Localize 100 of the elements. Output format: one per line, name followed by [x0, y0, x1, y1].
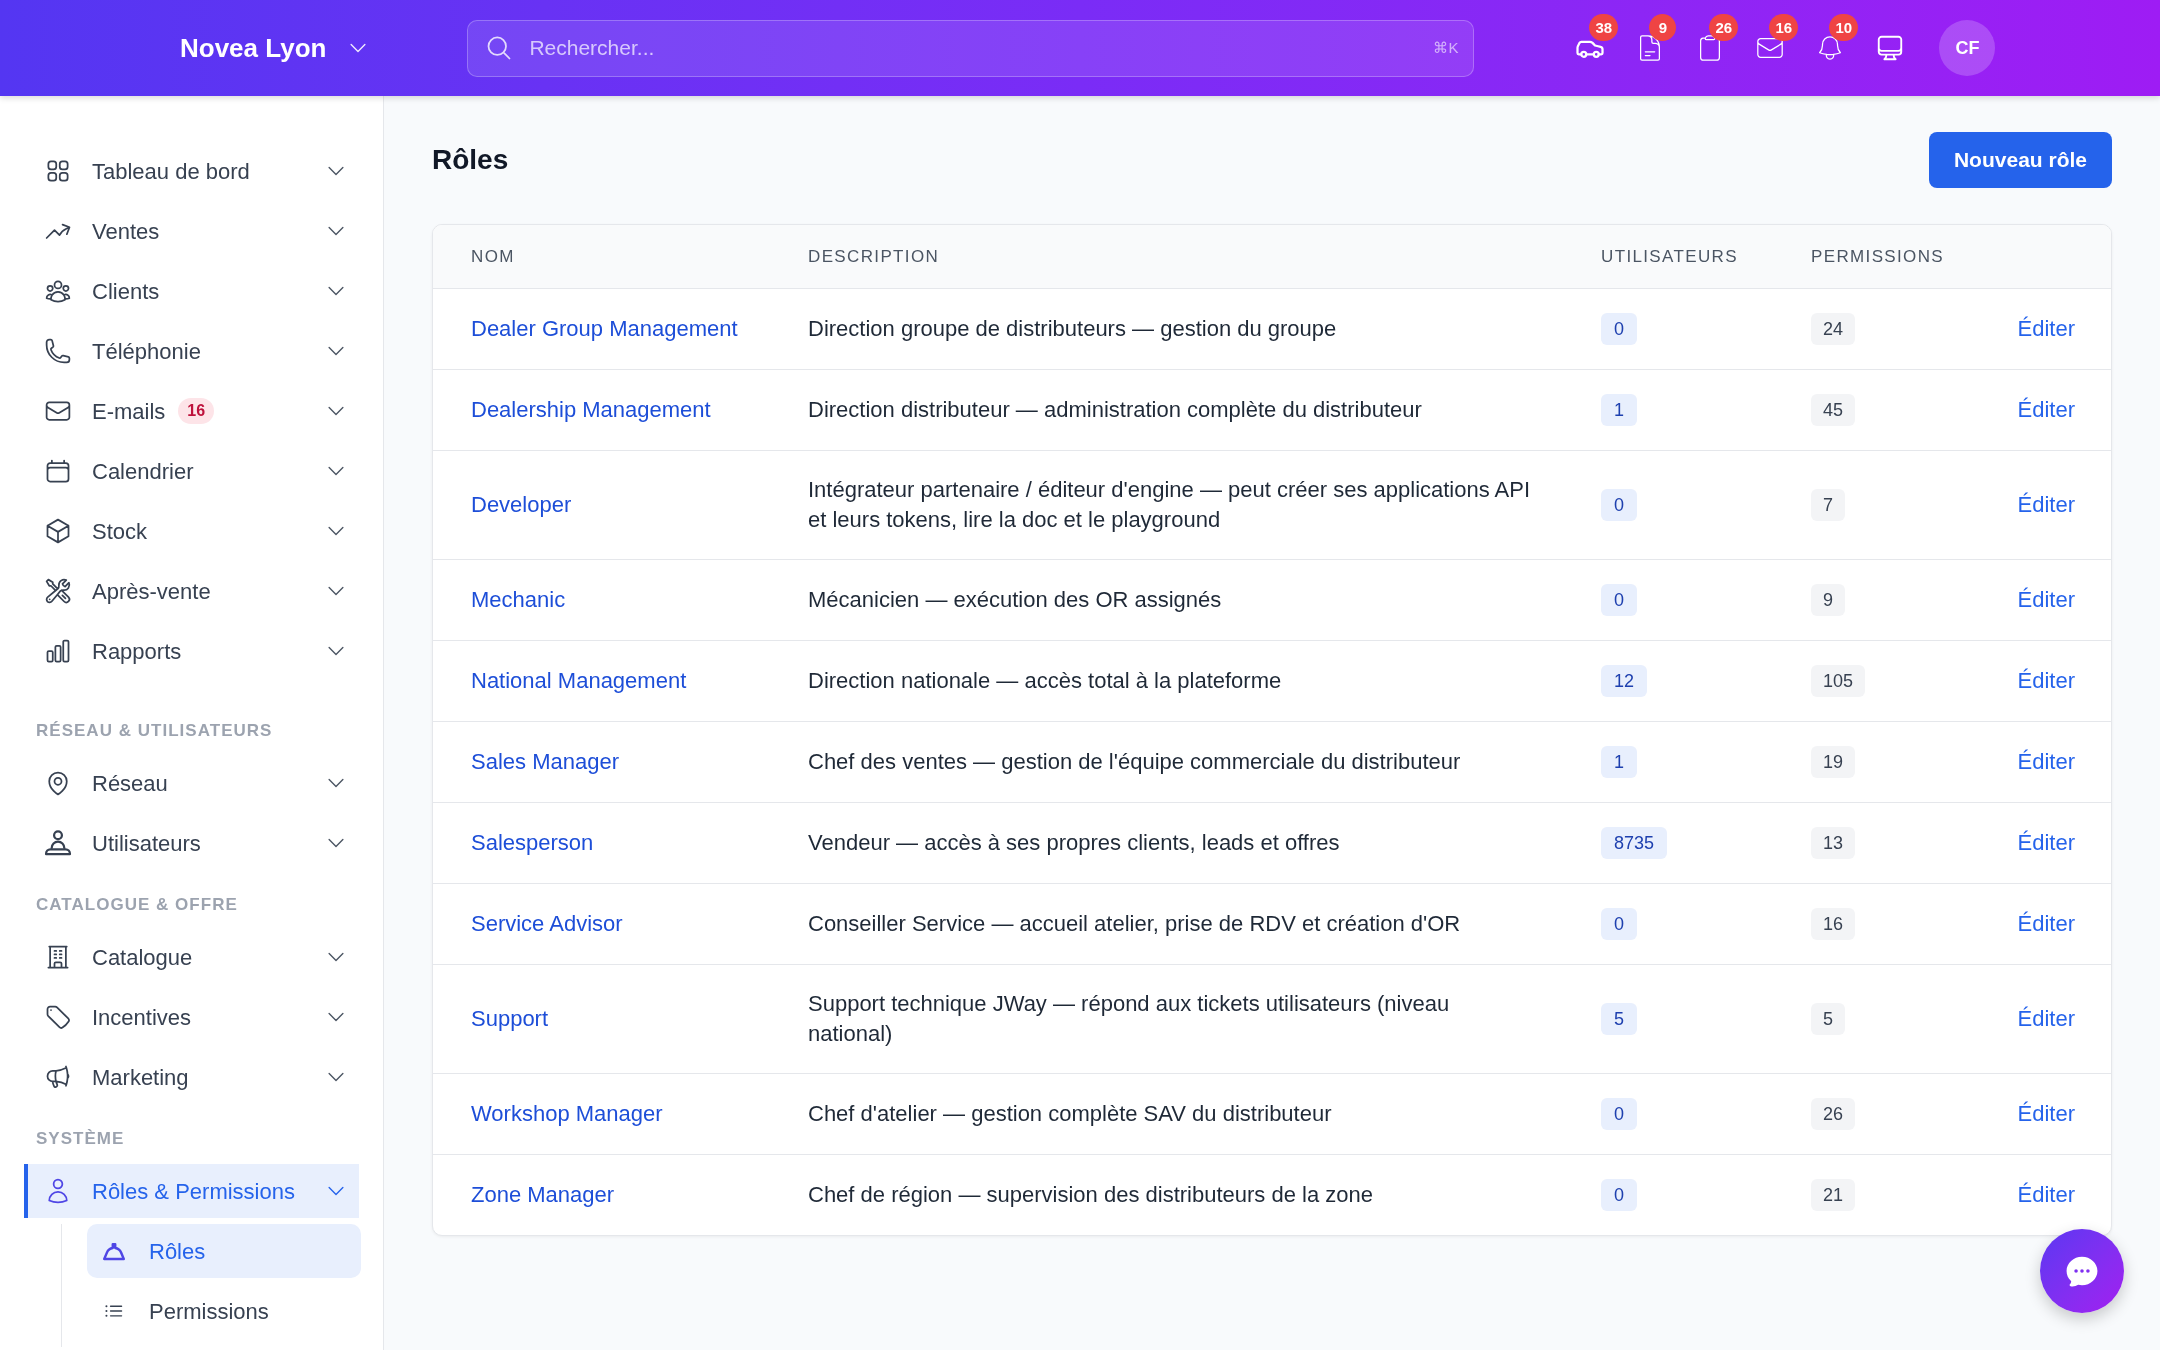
nav-item[interactable]: Ventes: [24, 204, 359, 258]
edit-link[interactable]: Éditer: [2017, 1180, 2075, 1210]
role-description: Chef de région — supervision des distributeurs de la zone: [808, 1181, 1374, 1209]
role-description: Vendeur — accès à ses propres clients, leads et offres: [808, 829, 1341, 857]
shortcut-hint: ⌘K: [1433, 37, 1459, 58]
nav-item[interactable]: Stock: [24, 504, 359, 558]
users-count-badge: 12: [1601, 665, 1648, 697]
phone-icon: [44, 337, 72, 365]
users-count-badge: 0: [1601, 313, 1637, 345]
permissions-count-badge: 13: [1811, 827, 1856, 859]
page-title: Rôles: [432, 143, 509, 177]
permissions-count-badge: 21: [1811, 1179, 1856, 1211]
edit-link[interactable]: Éditer: [2017, 747, 2075, 777]
nav-item[interactable]: Rapports: [24, 624, 359, 678]
tools-icon: [44, 577, 72, 605]
users-count-badge: 0: [1601, 1098, 1637, 1130]
permissions-count-badge: 9: [1811, 584, 1845, 616]
permissions-count-badge: 24: [1811, 313, 1856, 345]
users-count-badge: 0: [1601, 489, 1637, 521]
role-description: Support technique JWay — répond aux tickets utilisateurs (niveau national): [808, 990, 1451, 1048]
toolbar-button[interactable]: 16: [1755, 14, 1804, 63]
toolbar-button[interactable]: 10: [1815, 14, 1864, 63]
role-description: Mécanicien — exécution des OR assignés: [808, 586, 1223, 614]
column-header: PERMISSIONS: [1811, 245, 1946, 268]
submenu-item[interactable]: Permissions: [87, 1284, 361, 1338]
users-count-badge: 1: [1601, 394, 1637, 426]
person-icon: [44, 829, 72, 857]
edit-link[interactable]: Éditer: [2017, 395, 2075, 425]
section-heading: RÉSEAU & UTILISATEURS: [35, 720, 274, 742]
role-description: Direction groupe de distributeurs — gestion du groupe: [808, 315, 1338, 343]
role-name-link[interactable]: National Management: [471, 666, 687, 696]
calendar-icon: [44, 457, 72, 485]
role-name-link[interactable]: Support: [471, 1004, 549, 1034]
count-badge: 9: [1649, 14, 1677, 41]
role-name-link[interactable]: Sales Manager: [471, 747, 619, 777]
megaphone-icon: [44, 1063, 72, 1091]
count-badge: 26: [1709, 14, 1739, 41]
role-description: Chef des ventes — gestion de l'équipe commerciale du distributeur: [808, 748, 1462, 776]
users-count-badge: 0: [1601, 908, 1637, 940]
edit-link[interactable]: Éditer: [2017, 909, 2075, 939]
nav-item[interactable]: Marketing: [24, 1050, 359, 1104]
user-avatar[interactable]: CF: [1939, 20, 1996, 76]
edit-link[interactable]: Éditer: [2017, 490, 2075, 520]
cloche-icon: [103, 1240, 125, 1262]
section-heading: CATALOGUE & OFFRE: [35, 894, 239, 916]
role-description: Direction nationale — accès total à la plateforme: [808, 667, 1283, 695]
permissions-count-badge: 16: [1811, 908, 1856, 940]
nav-item[interactable]: Utilisateurs: [24, 816, 359, 870]
nav-item[interactable]: Réseau: [24, 756, 359, 810]
submenu-item[interactable]: Rôles: [87, 1224, 361, 1278]
role-name-link[interactable]: Workshop Manager: [471, 1099, 663, 1129]
role-name-link[interactable]: Developer: [471, 490, 572, 520]
nav-item[interactable]: Après-vente: [24, 564, 359, 618]
nav-item[interactable]: Incentives: [24, 990, 359, 1044]
nav-item[interactable]: Catalogue: [24, 930, 359, 984]
column-header: NOM: [471, 245, 516, 268]
role-description: Chef d'atelier — gestion complète SAV du distributeur: [808, 1100, 1333, 1128]
permissions-count-badge: 105: [1811, 665, 1866, 697]
permissions-count-badge: 5: [1811, 1003, 1845, 1035]
nav-item[interactable]: Clients: [24, 264, 359, 318]
role-name-link[interactable]: Zone Manager: [471, 1180, 615, 1210]
role-name-link[interactable]: Salesperson: [471, 828, 594, 858]
nav-item[interactable]: Tableau de bord: [24, 144, 359, 198]
role-description: Intégrateur partenaire / éditeur d'engine — peut créer ses applications API et leurs tokens, lire la doc et le playground: [808, 476, 1532, 534]
section-heading: SYSTÈME: [35, 1128, 126, 1150]
role-description: Direction distributeur — administration complète du distributeur: [808, 396, 1423, 424]
count-badge: 16: [178, 398, 215, 424]
nav-item[interactable]: Calendrier: [24, 444, 359, 498]
edit-link[interactable]: Éditer: [2017, 666, 2075, 696]
permissions-count-badge: 7: [1811, 489, 1845, 521]
column-header: DESCRIPTION: [808, 245, 941, 268]
edit-link[interactable]: Éditer: [2017, 1099, 2075, 1129]
cube-icon: [44, 517, 72, 545]
toolbar-button[interactable]: 38: [1575, 14, 1624, 63]
edit-link[interactable]: Éditer: [2017, 828, 2075, 858]
role-name-link[interactable]: Mechanic: [471, 585, 566, 615]
nav-item[interactable]: Rôles & Permissions: [24, 1164, 359, 1218]
edit-link[interactable]: Éditer: [2017, 314, 2075, 344]
edit-link[interactable]: Éditer: [2017, 1004, 2075, 1034]
permissions-count-badge: 45: [1811, 394, 1856, 426]
role-name-link[interactable]: Service Advisor: [471, 909, 623, 939]
count-badge: 16: [1769, 14, 1799, 41]
toolbar-button[interactable]: 9: [1635, 14, 1684, 63]
count-badge: 10: [1829, 14, 1859, 41]
column-header: UTILISATEURS: [1601, 245, 1739, 268]
permissions-count-badge: 26: [1811, 1098, 1856, 1130]
tag-icon: [44, 1003, 72, 1031]
users-count-badge: 1: [1601, 746, 1637, 778]
bar-chart-icon: [44, 637, 72, 665]
org-switcher[interactable]: Novea Lyon: [180, 28, 370, 68]
nav-item[interactable]: E-mails 16: [24, 384, 359, 438]
role-name-link[interactable]: Dealer Group Management: [471, 314, 738, 344]
role-name-link[interactable]: Dealership Management: [471, 395, 711, 425]
nav-item[interactable]: Téléphonie: [24, 324, 359, 378]
new-role-button[interactable]: Nouveau rôle: [1928, 132, 2112, 188]
toolbar-button[interactable]: 26: [1695, 14, 1744, 63]
edit-link[interactable]: Éditer: [2017, 585, 2075, 615]
role-description: Conseiller Service — accueil atelier, prise de RDV et création d'OR: [808, 910, 1462, 938]
permissions-count-badge: 19: [1811, 746, 1856, 778]
chat-button[interactable]: [2040, 1229, 2124, 1313]
